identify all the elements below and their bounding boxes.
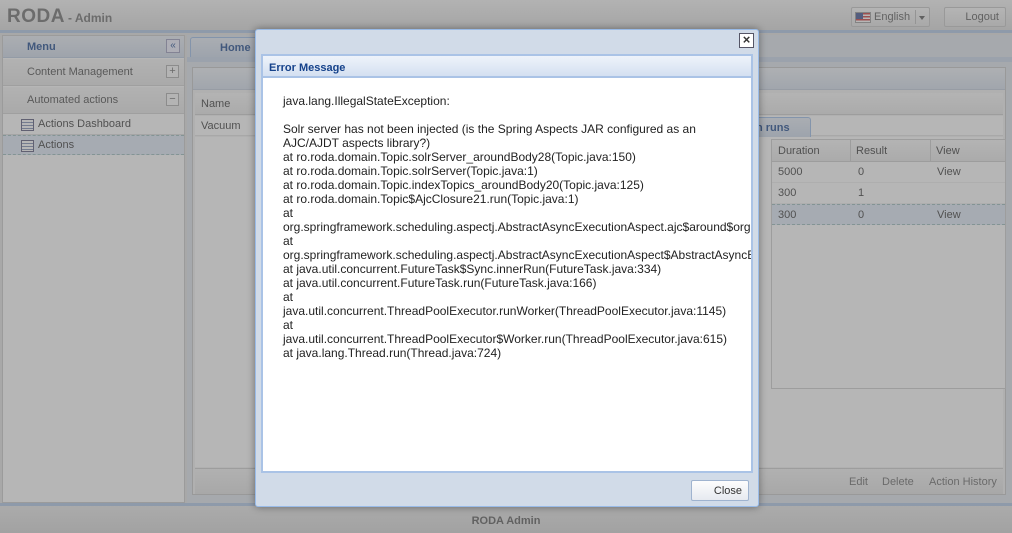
error-line: java.util.concurrent.ThreadPoolExecutor$… bbox=[283, 332, 728, 346]
error-line: java.util.concurrent.ThreadPoolExecutor.… bbox=[283, 304, 727, 318]
error-line: AJC/AJDT aspects library?) bbox=[283, 136, 431, 150]
error-line: java.lang.IllegalStateException: bbox=[283, 94, 450, 108]
error-line bbox=[283, 108, 751, 122]
error-line: at ro.roda.domain.Topic.solrServer(Topic… bbox=[283, 164, 538, 178]
error-line: at java.lang.Thread.run(Thread.java:724) bbox=[283, 346, 502, 360]
dialog-title-bar: Error Message bbox=[263, 56, 751, 78]
error-line: at bbox=[283, 206, 294, 220]
error-line: at java.util.concurrent.FutureTask$Sync.… bbox=[283, 262, 662, 276]
error-message-body: java.lang.IllegalStateException: Solr se… bbox=[263, 80, 751, 471]
close-button[interactable]: Close bbox=[691, 480, 749, 501]
dialog-frame: Error Message java.lang.IllegalStateExce… bbox=[261, 54, 753, 473]
error-line: at bbox=[283, 234, 294, 248]
error-line: at ro.roda.domain.Topic.indexTopics_arou… bbox=[283, 178, 644, 192]
close-icon[interactable]: × bbox=[739, 33, 754, 48]
error-line: at java.util.concurrent.FutureTask.run(F… bbox=[283, 276, 597, 290]
error-line: org.springframework.scheduling.aspectj.A… bbox=[283, 248, 751, 262]
error-line: Solr server has not been injected (is th… bbox=[283, 122, 696, 136]
stack-trace: java.lang.IllegalStateException: Solr se… bbox=[283, 94, 751, 360]
error-line: org.springframework.scheduling.aspectj.A… bbox=[283, 220, 751, 234]
error-line: at ro.roda.domain.Topic.solrServer_aroun… bbox=[283, 150, 636, 164]
dialog-title: Error Message bbox=[269, 62, 346, 74]
error-line: at ro.roda.domain.Topic$AjcClosure21.run… bbox=[283, 192, 579, 206]
error-line: at bbox=[283, 318, 294, 332]
error-line: at bbox=[283, 290, 294, 304]
error-dialog: × Error Message java.lang.IllegalStateEx… bbox=[255, 29, 759, 507]
